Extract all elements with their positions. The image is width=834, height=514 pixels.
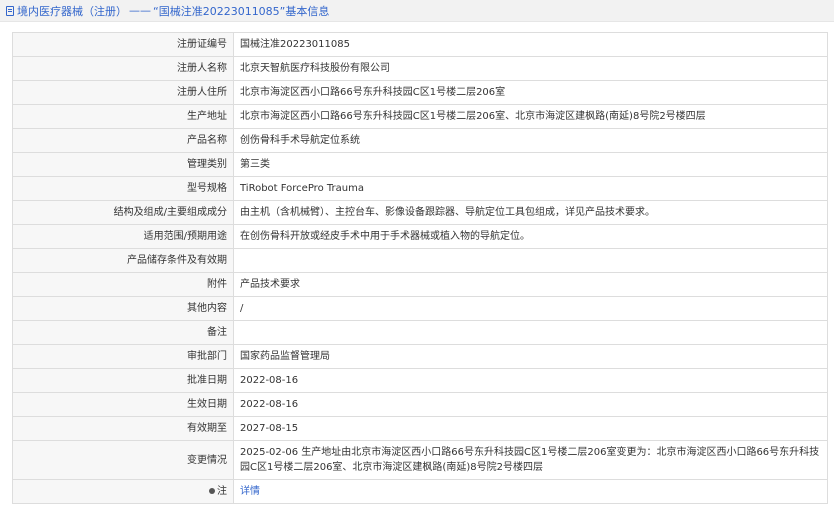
row-value-storage xyxy=(233,248,828,273)
table-row: 产品名称 创伤骨科手术导航定位系统 xyxy=(12,128,828,153)
table-row: 备注 xyxy=(12,320,828,345)
table-row: 批准日期 2022-08-16 xyxy=(12,368,828,393)
row-label-registrant-address: 注册人住所 xyxy=(12,80,234,105)
table-row: 其他内容 / xyxy=(12,296,828,321)
row-label-category: 管理类别 xyxy=(12,152,234,177)
row-value-structure: 由主机（含机械臂）、主控台车、影像设备跟踪器、导航定位工具包组成，详见产品技术要… xyxy=(233,200,828,225)
row-value-attachment: 产品技术要求 xyxy=(233,272,828,297)
table-row: 审批部门 国家药品监督管理局 xyxy=(12,344,828,369)
table-row: 型号规格 TiRobot ForcePro Trauma xyxy=(12,176,828,201)
table-row: 适用范围/预期用途 在创伤骨科开放或经皮手术中用于手术器械或植入物的导航定位。 xyxy=(12,224,828,249)
table-row: 生效日期 2022-08-16 xyxy=(12,392,828,417)
row-value-note: 详情 xyxy=(233,479,828,504)
row-label-other: 其他内容 xyxy=(12,296,234,321)
row-label-changes: 变更情况 xyxy=(12,440,234,480)
note-icon xyxy=(209,488,215,494)
table-row: 注册证编号 国械注准20223011085 xyxy=(12,32,828,57)
row-value-intended-use: 在创伤骨科开放或经皮手术中用于手术器械或植入物的导航定位。 xyxy=(233,224,828,249)
row-label-attachment: 附件 xyxy=(12,272,234,297)
registration-info-table: 注册证编号 国械注准20223011085 注册人名称 北京天智航医疗科技股份有… xyxy=(12,32,828,504)
table-row: 注册人住所 北京市海淀区西小口路66号东升科技园C区1号楼二层206室 xyxy=(12,80,828,105)
row-value-other: / xyxy=(233,296,828,321)
row-value-product-name: 创伤骨科手术导航定位系统 xyxy=(233,128,828,153)
details-link[interactable]: 详情 xyxy=(240,486,260,497)
row-value-registrant-address: 北京市海淀区西小口路66号东升科技园C区1号楼二层206室 xyxy=(233,80,828,105)
table-row: 产品储存条件及有效期 xyxy=(12,248,828,273)
header-suffix: 基本信息 xyxy=(285,4,330,18)
header-registration-number: “国械注准20223011085” xyxy=(153,4,286,18)
row-label-structure: 结构及组成/主要组成成分 xyxy=(12,200,234,225)
row-label-production-address: 生产地址 xyxy=(12,104,234,129)
row-label-remarks: 备注 xyxy=(12,320,234,345)
table-row: 注 详情 xyxy=(12,479,828,504)
table-row: 变更情况 2025-02-06 生产地址由北京市海淀区西小口路66号东升科技园C… xyxy=(12,440,828,480)
row-value-category: 第三类 xyxy=(233,152,828,177)
row-value-effective-date: 2022-08-16 xyxy=(233,392,828,417)
table-row: 结构及组成/主要组成成分 由主机（含机械臂）、主控台车、影像设备跟踪器、导航定位… xyxy=(12,200,828,225)
row-label-note: 注 xyxy=(12,479,234,504)
row-value-registrant-name: 北京天智航医疗科技股份有限公司 xyxy=(233,56,828,81)
table-row: 有效期至 2027-08-15 xyxy=(12,416,828,441)
row-label-approval-date: 批准日期 xyxy=(12,368,234,393)
row-label-effective-date: 生效日期 xyxy=(12,392,234,417)
row-value-model: TiRobot ForcePro Trauma xyxy=(233,176,828,201)
row-label-expiry-date: 有效期至 xyxy=(12,416,234,441)
header-category: 境内医疗器械（注册） xyxy=(17,4,127,18)
row-label-model: 型号规格 xyxy=(12,176,234,201)
row-value-changes: 2025-02-06 生产地址由北京市海淀区西小口路66号东升科技园C区1号楼二… xyxy=(233,440,828,480)
row-value-production-address: 北京市海淀区西小口路66号东升科技园C区1号楼二层206室、北京市海淀区建枫路(… xyxy=(233,104,828,129)
page-header: 境内医疗器械（注册） —— “国械注准20223011085” 基本信息 xyxy=(0,0,834,22)
row-value-registration-no: 国械注准20223011085 xyxy=(233,32,828,57)
table-row: 注册人名称 北京天智航医疗科技股份有限公司 xyxy=(12,56,828,81)
row-label-intended-use: 适用范围/预期用途 xyxy=(12,224,234,249)
row-value-approval-dept: 国家药品监督管理局 xyxy=(233,344,828,369)
row-value-expiry-date: 2027-08-15 xyxy=(233,416,828,441)
row-label-registrant-name: 注册人名称 xyxy=(12,56,234,81)
row-label-storage: 产品储存条件及有效期 xyxy=(12,248,234,273)
row-label-approval-dept: 审批部门 xyxy=(12,344,234,369)
table-row: 生产地址 北京市海淀区西小口路66号东升科技园C区1号楼二层206室、北京市海淀… xyxy=(12,104,828,129)
note-label: 注 xyxy=(217,486,227,497)
row-value-approval-date: 2022-08-16 xyxy=(233,368,828,393)
table-row: 附件 产品技术要求 xyxy=(12,272,828,297)
row-label-registration-no: 注册证编号 xyxy=(12,32,234,57)
row-label-product-name: 产品名称 xyxy=(12,128,234,153)
table-row: 管理类别 第三类 xyxy=(12,152,828,177)
row-value-remarks xyxy=(233,320,828,345)
document-icon xyxy=(6,5,14,16)
header-separator: —— xyxy=(129,4,151,17)
